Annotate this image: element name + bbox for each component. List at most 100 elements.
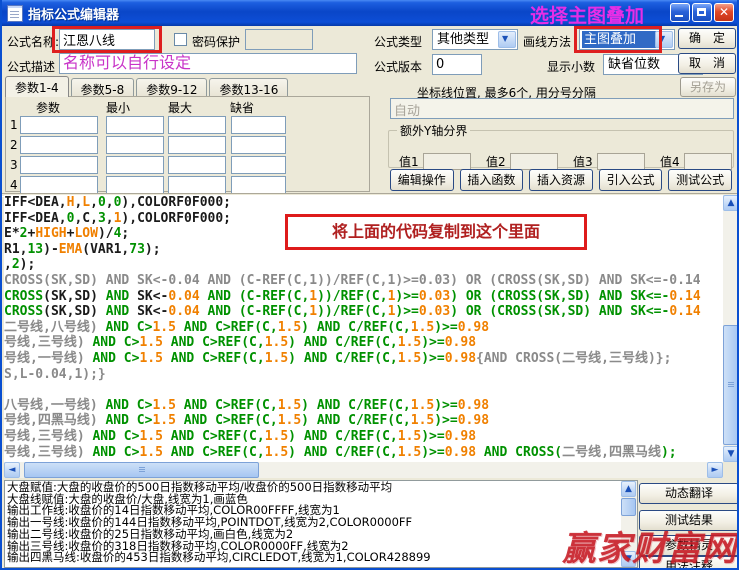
param-row-3: 3 [6,155,286,174]
translation-output-panel[interactable]: 大盘赋值:大盘的收盘价的500日指数移动平均/收盘价的500日指数移动平均大盘线… [4,480,638,568]
code-line-11: 号线,一号线) AND C>1.5 AND C>REF(C,1.5) AND C… [4,351,723,367]
param-input-r4-c1[interactable] [20,176,98,194]
action-button-插入资源[interactable]: 插入资源 [529,169,593,191]
watermark: 赢家财富网 [562,521,737,570]
extra-yaxis-legend: 额外Y轴分界 [397,122,470,139]
param-input-r2-c4[interactable] [231,136,286,154]
editor-horizontal-scrollbar[interactable]: ◄ ► [4,462,723,478]
formula-type-label: 公式类型 [374,33,422,50]
tab-参数9-12[interactable]: 参数9-12 [136,78,207,97]
yaxis-value-label: 值4 [660,153,680,170]
chevron-down-icon[interactable] [655,31,673,48]
param-input-r1-c3[interactable] [168,116,226,134]
param-row-number: 1 [10,118,20,132]
formula-version-input[interactable] [432,54,482,75]
code-line-13 [4,382,723,398]
action-button-插入函数[interactable]: 插入函数 [460,169,524,191]
param-input-r3-c4[interactable] [231,156,286,174]
tab-参数13-16[interactable]: 参数13-16 [209,78,288,97]
maximize-icon[interactable] [692,3,712,22]
code-line-17: 号线,三号线) AND C>1.5 AND C>REF(C,1.5) AND C… [4,445,723,461]
param-input-r2-c1[interactable] [20,136,98,154]
output-scroll-thumb[interactable] [621,498,636,516]
yaxis-value-input-2[interactable] [510,153,558,170]
action-button-测试公式[interactable]: 测试公式 [668,169,732,191]
param-row-number: 3 [10,158,20,172]
param-input-r1-c2[interactable] [106,116,164,134]
param-panel: 参数最小最大缺省 1234 [5,96,370,192]
param-row-number: 2 [10,138,20,152]
formula-name-label: 公式名称: [7,33,59,50]
draw-method-select[interactable]: 主图叠加 [579,29,675,50]
param-col-header: 缺省 [222,99,278,116]
vertical-scroll-thumb[interactable] [723,325,739,445]
param-input-r3-c3[interactable] [168,156,226,174]
scroll-right-icon[interactable]: ► [707,462,723,478]
param-input-r4-c3[interactable] [168,176,226,194]
code-line-15: 号线,四黑马线) AND C>1.5 AND C>REF(C,1.5) AND … [4,413,723,429]
yaxis-value-label: 值3 [573,153,593,170]
param-input-r2-c3[interactable] [168,136,226,154]
param-input-r3-c1[interactable] [20,156,98,174]
code-line-5: ,2); [4,257,723,273]
action-button-引入公式[interactable]: 引入公式 [599,169,663,191]
action-button-编辑操作[interactable]: 编辑操作 [390,169,454,191]
param-col-header: 最大 [160,99,222,116]
formula-type-select[interactable]: 其他类型 [432,29,518,50]
param-row-4: 4 [6,175,286,194]
param-row-2: 2 [6,135,286,154]
yaxis-value-input-3[interactable] [597,153,645,170]
app-document-icon [7,5,23,22]
scrollbar-corner [723,462,739,478]
tab-参数5-8[interactable]: 参数5-8 [71,78,135,97]
side-button-动态翻译[interactable]: 动态翻译 [639,483,739,504]
param-input-r1-c4[interactable] [231,116,286,134]
tab-参数1-4[interactable]: 参数1-4 [5,76,69,97]
cancel-button[interactable]: 取 消 [678,53,736,74]
window-title: 指标公式编辑器 [28,4,119,23]
output-line-7: 输出四黑马线:收盘价的453日指数移动平均,CIRCLEDOT,线宽为1,COL… [7,552,619,564]
close-icon[interactable] [714,3,734,22]
draw-method-label: 画线方法 [523,33,571,50]
param-input-r4-c2[interactable] [106,176,164,194]
yaxis-value-input-1[interactable] [423,153,471,170]
param-row-1: 1 [6,115,286,134]
title-annotation: 选择主图叠加 [530,1,644,28]
decimal-value: 缺省位数 [606,56,684,73]
param-input-r4-c4[interactable] [231,176,286,194]
save-as-button[interactable]: 另存为 [680,77,736,97]
chevron-down-icon[interactable] [498,31,516,48]
yaxis-value-label: 值2 [486,153,506,170]
param-col-header: 最小 [98,99,160,116]
code-line-14: 八号线,一号线) AND C>1.5 AND C>REF(C,1.5) AND … [4,398,723,414]
yaxis-field-4: 值4 [660,153,732,170]
param-input-r2-c2[interactable] [106,136,164,154]
scroll-up-icon[interactable]: ▲ [621,481,636,497]
horizontal-scroll-thumb[interactable] [24,462,259,478]
scroll-left-icon[interactable]: ◄ [4,462,20,478]
formula-name-input[interactable] [59,29,155,50]
extra-yaxis-group: 额外Y轴分界 值1值2值3值4 [388,122,734,168]
title-bar: 指标公式编辑器 选择主图叠加 [2,0,737,26]
password-protect-checkbox[interactable] [174,33,187,46]
editor-vertical-scrollbar[interactable]: ▲ ▼ [723,195,739,462]
code-line-16: 号线,三号线) AND C>1.5 AND C>REF(C,1.5) AND C… [4,429,723,445]
minimize-icon[interactable] [670,3,690,22]
ok-button[interactable]: 确 定 [678,28,736,49]
decimal-label: 显示小数 [547,58,595,75]
yaxis-value-input-4[interactable] [684,153,732,170]
scroll-up-icon[interactable]: ▲ [723,195,739,211]
code-line-6: CROSS(SK,SD) AND SK<-0.04 AND (C-REF(C,1… [4,273,723,289]
code-line-9: 二号线,八号线) AND C>1.5 AND C>REF(C,1.5) AND … [4,320,723,336]
param-input-r3-c2[interactable] [106,156,164,174]
formula-editor-window: 指标公式编辑器 选择主图叠加 公式名称: 密码保护 公式类型 其他类型 画线方法… [0,0,739,570]
formula-desc-input[interactable]: 名称可以自行设定 [59,53,357,74]
param-input-r1-c1[interactable] [20,116,98,134]
annotation-box-code: 将上面的代码复制到这个里面 [285,214,587,250]
coordinate-input: 自动 [390,98,734,119]
password-input [245,29,313,50]
param-tab-bar: 参数1-4参数5-8参数9-12参数13-16 [5,76,290,97]
formula-type-value: 其他类型 [435,31,499,48]
scroll-down-icon[interactable]: ▼ [723,446,739,462]
code-line-1: IFF<DEA,H,L,0,0),COLORF0F000; [4,195,723,211]
